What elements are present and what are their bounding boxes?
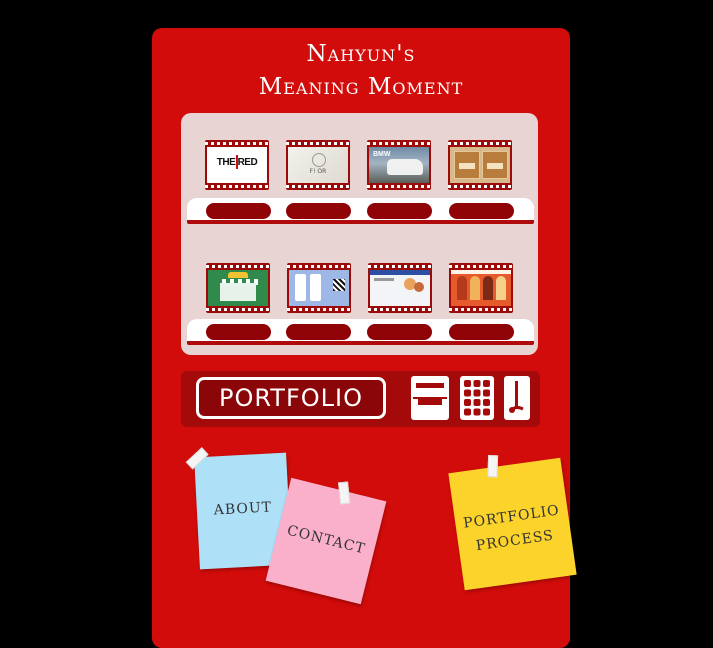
slot-button[interactable] [367,324,432,340]
portfolio-button[interactable]: PORTFOLIO [196,377,386,419]
nav-bar [370,270,430,275]
product-icon [414,282,424,292]
person-icon [483,276,493,300]
fior-logo-icon [312,153,326,167]
fior-logo-text: F! OR [309,168,327,175]
slot-button[interactable] [206,203,271,219]
keypad-icon[interactable] [459,375,495,421]
contact-label: CONTACT [285,522,368,558]
project-bmw[interactable]: BMW [367,140,431,190]
the-red-logo-bar [236,155,238,169]
header-bar [451,270,511,274]
about-label: ABOUT [213,499,273,519]
control-panel: PORTFOLIO [181,371,540,427]
car-icon [387,159,423,175]
shop-icon [220,283,256,301]
project-green-shop[interactable] [206,263,270,313]
slot-button[interactable] [206,324,271,340]
lever-icon[interactable] [503,375,531,421]
shelf-bottom [187,319,534,345]
green-shop-thumbnail [208,270,268,306]
hero-text [374,278,394,281]
project-bakery-box[interactable] [448,140,512,190]
slot-button[interactable] [286,324,351,340]
portfolio-process-note[interactable]: PORTFOLIO PROCESS [448,455,577,591]
tape-icon [487,455,499,478]
fior-thumbnail: F! OR [288,147,348,183]
bakery-box-thumbnail [450,147,510,183]
person-icon [457,276,467,300]
slot-button[interactable] [449,324,514,340]
phone-icon [310,274,321,301]
project-people-banner[interactable] [449,263,513,313]
mobile-app-thumbnail [289,270,349,306]
bmw-thumbnail: BMW [369,147,429,183]
people-banner-thumbnail [451,270,511,306]
bmw-logo-text: BMW [373,151,391,158]
the-red-thumbnail: THE RED [207,147,267,183]
project-the-red[interactable]: THE RED [205,140,269,190]
phone-icon [295,274,306,301]
person-icon [470,276,480,300]
package-box-icon [454,151,480,179]
product-display: THE RED F! OR BMW [181,113,538,355]
sign-icon [228,272,248,278]
slot-button[interactable] [449,203,514,219]
shelf-top [187,198,534,224]
title-line-1: Nahyun's [306,41,416,67]
tape-icon [338,481,351,505]
website-thumbnail [370,270,430,306]
page-title: Nahyun's Meaning Moment [152,38,570,104]
coin-slot-icon[interactable] [410,375,450,421]
project-fior[interactable]: F! OR [286,140,350,190]
slot-button[interactable] [367,203,432,219]
qr-code-icon [333,279,345,291]
project-website[interactable] [368,263,432,313]
person-icon [496,276,506,300]
project-mobile-app[interactable] [287,263,351,313]
package-box-icon [482,151,508,179]
title-line-2: Meaning Moment [258,74,464,100]
slot-button[interactable] [286,203,351,219]
